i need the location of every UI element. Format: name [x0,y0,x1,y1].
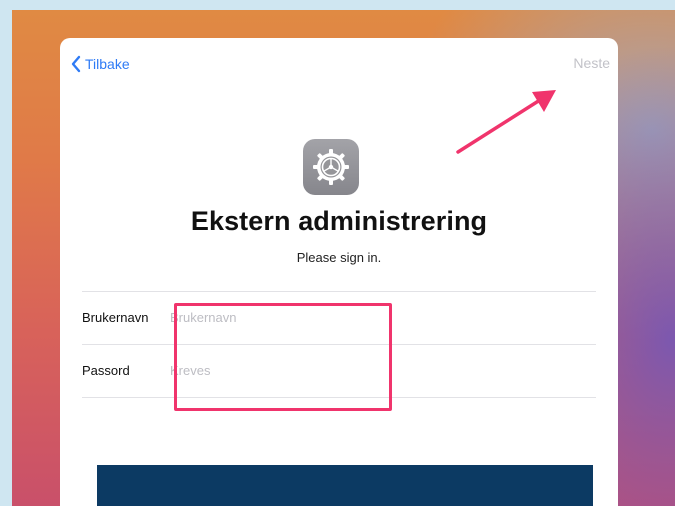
gear-icon [303,139,359,195]
arrow-annotation-icon [456,90,556,154]
chevron-left-icon [71,55,81,73]
page-subtitle: Please sign in. [296,250,382,265]
username-label: Brukernavn [82,310,149,325]
password-label: Passord [82,363,130,378]
next-button[interactable]: Neste [573,55,610,71]
page-title: Ekstern administrering [190,206,488,236]
desktop-background: Tilbake Neste Ekstern administrering Ple… [12,10,675,506]
fields-highlight-box [174,303,392,411]
caption-banner [97,465,593,506]
back-button-label: Tilbake [85,56,130,72]
back-button[interactable]: Tilbake [70,54,130,74]
